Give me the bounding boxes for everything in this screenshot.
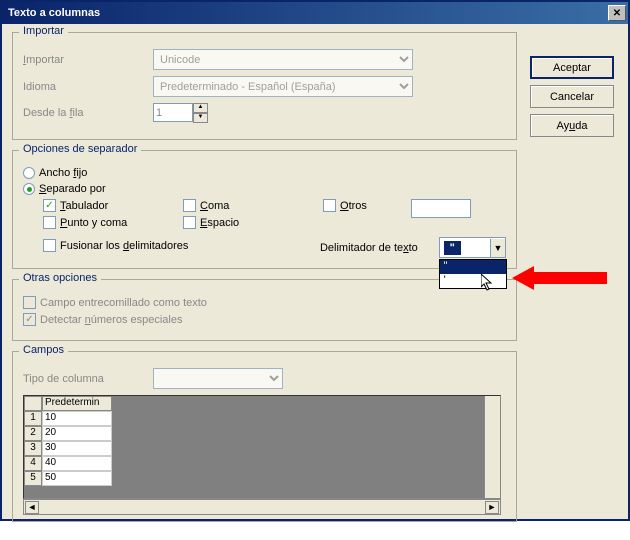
comma-label: Coma <box>200 200 229 212</box>
help-button[interactable]: Ayuda <box>530 114 614 137</box>
table-row: 1 10 <box>24 411 500 426</box>
checkbox-icon: ✓ <box>23 313 36 326</box>
close-icon: ✕ <box>613 8 621 19</box>
fields-group: Campos Tipo de columna Predetermin 1 10 <box>12 351 517 522</box>
row-number: 2 <box>24 426 42 441</box>
space-label: Espacio <box>200 217 239 229</box>
preview-table[interactable]: Predetermin 1 10 2 20 3 30 <box>23 395 501 499</box>
radio-fixed[interactable]: Ancho fijo <box>23 167 506 179</box>
scroll-left-icon[interactable]: ◄ <box>25 501 39 514</box>
dropdown-popup: " ' <box>439 259 507 289</box>
spin-down-icon[interactable]: ▼ <box>193 113 208 123</box>
horizontal-scrollbar[interactable]: ◄ ► <box>23 499 501 515</box>
other-input[interactable] <box>411 199 471 218</box>
check-special-numbers: ✓ Detectar números especiales <box>23 313 506 326</box>
radio-icon <box>23 183 35 195</box>
table-row: 2 20 <box>24 426 500 441</box>
row-number: 4 <box>24 456 42 471</box>
coltype-label: Tipo de columna <box>23 373 153 385</box>
separator-group-title: Opciones de separador <box>19 143 141 155</box>
scroll-right-icon[interactable]: ► <box>485 501 499 514</box>
dialog-window: Texto a columnas ✕ Importar Importar Uni… <box>0 0 630 521</box>
button-column: Aceptar Cancelar Ayuda <box>530 56 614 137</box>
check-quoted: Campo entrecomillado como texto <box>23 296 506 309</box>
checkbox-icon <box>183 216 196 229</box>
vertical-scrollbar[interactable] <box>484 396 500 498</box>
quoted-label: Campo entrecomillado como texto <box>40 297 207 309</box>
check-semicolon[interactable]: Punto y coma <box>43 216 183 229</box>
checkbox-icon <box>43 239 56 252</box>
other-label: Otros <box>340 200 367 212</box>
dialog-content: Importar Importar Unicode Idioma Predete… <box>2 24 628 540</box>
check-comma[interactable]: Coma <box>183 199 323 212</box>
cancel-button[interactable]: Cancelar <box>530 85 614 108</box>
special-label: Detectar números especiales <box>40 314 182 326</box>
import-select[interactable]: Unicode <box>153 49 413 70</box>
text-delim-selected: " <box>444 241 461 255</box>
row-number: 1 <box>24 411 42 426</box>
from-row-input[interactable] <box>153 103 193 122</box>
import-group: Importar Importar Unicode Idioma Predete… <box>12 32 517 140</box>
corner-cell <box>24 396 42 411</box>
text-delim-label: Delimitador de texto <box>320 242 439 254</box>
radio-separated[interactable]: Separado por <box>23 183 506 195</box>
cell: 10 <box>42 411 112 426</box>
check-tab[interactable]: ✓ Tabulador <box>43 199 183 212</box>
from-row-spinner[interactable]: ▲ ▼ <box>153 103 211 123</box>
window-title: Texto a columnas <box>8 7 100 19</box>
import-label: Importar <box>23 54 153 66</box>
language-label: Idioma <box>23 81 153 93</box>
checkbox-icon <box>23 296 36 309</box>
row-number: 5 <box>24 471 42 486</box>
titlebar: Texto a columnas ✕ <box>2 2 628 24</box>
cell: 40 <box>42 456 112 471</box>
checkbox-icon: ✓ <box>43 199 56 212</box>
radio-icon <box>23 167 35 179</box>
column-header[interactable]: Predetermin <box>42 396 112 411</box>
other-group-title: Otras opciones <box>19 272 101 284</box>
checkbox-icon <box>43 216 56 229</box>
annotation-arrow <box>512 260 612 296</box>
table-row: 5 50 <box>24 471 500 486</box>
checkbox-icon <box>183 199 196 212</box>
language-select[interactable]: Predeterminado - Español (España) <box>153 76 413 97</box>
text-delimiter-dropdown[interactable]: " ▼ " ' <box>439 237 506 258</box>
check-space[interactable]: Espacio <box>183 216 323 229</box>
coltype-select[interactable] <box>153 368 283 389</box>
separated-label: Separado por <box>39 183 106 195</box>
cell: 20 <box>42 426 112 441</box>
chevron-down-icon: ▼ <box>490 239 505 257</box>
dropdown-option[interactable]: ' <box>440 274 506 288</box>
tab-label: Tabulador <box>60 200 108 212</box>
cell: 30 <box>42 441 112 456</box>
table-row: 3 30 <box>24 441 500 456</box>
checkbox-icon <box>323 199 336 212</box>
from-row-label: Desde la fila <box>23 107 153 119</box>
table-row: 4 40 <box>24 456 500 471</box>
fields-group-title: Campos <box>19 344 68 356</box>
separator-group: Opciones de separador Ancho fijo Separad… <box>12 150 517 269</box>
spin-up-icon[interactable]: ▲ <box>193 103 208 113</box>
check-merge[interactable]: Fusionar los delimitadores <box>43 239 320 252</box>
ok-button[interactable]: Aceptar <box>530 56 614 79</box>
semicolon-label: Punto y coma <box>60 217 127 229</box>
row-number: 3 <box>24 441 42 456</box>
merge-label: Fusionar los delimitadores <box>60 240 188 252</box>
fixed-label: Ancho fijo <box>39 167 87 179</box>
check-other[interactable]: Otros <box>323 199 367 212</box>
cell: 50 <box>42 471 112 486</box>
close-button[interactable]: ✕ <box>608 5 626 21</box>
import-group-title: Importar <box>19 25 68 37</box>
dropdown-option[interactable]: " <box>440 260 506 274</box>
